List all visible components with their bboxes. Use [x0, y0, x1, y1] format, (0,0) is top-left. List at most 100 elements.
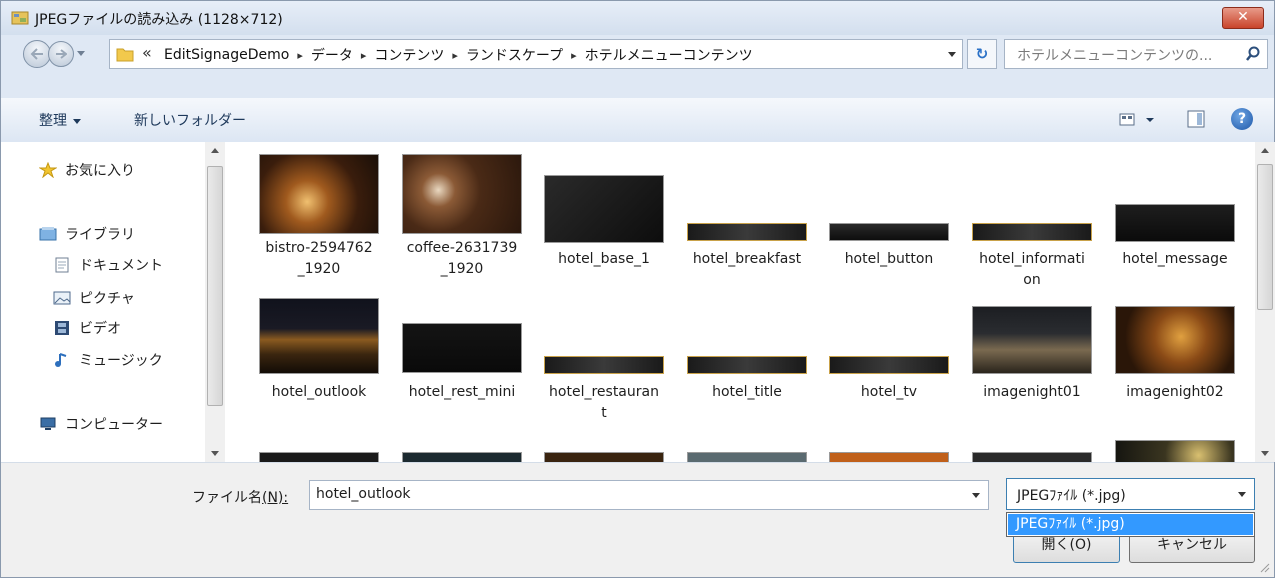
- video-icon: [55, 321, 69, 335]
- file-item[interactable]: hotel_rest_mini: [392, 296, 532, 436]
- filename-value: hotel_outlook: [316, 486, 411, 502]
- resize-grip-icon[interactable]: [1258, 561, 1270, 573]
- close-button[interactable]: ✕: [1222, 7, 1264, 29]
- nav-item-computer[interactable]: コンピューター: [39, 414, 163, 434]
- breadcrumb-item[interactable]: データ: [307, 45, 357, 65]
- scroll-thumb[interactable]: [1257, 164, 1273, 310]
- file-list-view: bistro-2594762 _1920 coffee-2631739 _1920 …: [229, 142, 1255, 462]
- help-icon[interactable]: ?: [1231, 108, 1253, 130]
- file-name: imagenight02: [1126, 384, 1224, 400]
- file-name: hotel_restauran t: [549, 384, 659, 421]
- back-arrow-icon: [30, 48, 43, 60]
- app-icon: [11, 11, 29, 25]
- nav-label: ビデオ: [79, 321, 121, 337]
- new-folder-button[interactable]: 新しいフォルダー: [134, 110, 246, 130]
- file-type-value: JPEGﾌｧｲﾙ (*.jpg): [1017, 488, 1126, 504]
- thumbnail-image: [402, 452, 522, 462]
- back-button[interactable]: [23, 40, 51, 68]
- file-type-option[interactable]: JPEGﾌｧｲﾙ (*.jpg): [1008, 514, 1253, 535]
- search-input[interactable]: ホテルメニューコンテンツの...: [1004, 39, 1268, 69]
- thumbnail-image: [259, 154, 379, 234]
- scroll-up-icon[interactable]: [1261, 148, 1269, 153]
- breadcrumb-item[interactable]: ホテルメニューコンテンツ: [581, 45, 757, 65]
- refresh-button[interactable]: ↻: [967, 39, 997, 69]
- forward-arrow-icon: [56, 49, 67, 59]
- overflow-chevron-icon[interactable]: «: [142, 43, 152, 62]
- breadcrumb-separator-icon[interactable]: ▸: [357, 49, 371, 62]
- change-view-icon[interactable]: [1118, 110, 1162, 130]
- breadcrumb-separator-icon[interactable]: ▸: [567, 49, 581, 62]
- file-item[interactable]: bistro-2594762 _1920: [249, 152, 389, 292]
- file-name: imagenight01: [983, 384, 1081, 400]
- file-name: coffee-2631739 _1920: [406, 240, 518, 277]
- file-open-dialog: JPEGファイルの読み込み (1128×712) ✕ « EditSignage…: [0, 0, 1275, 578]
- title-bar: JPEGファイルの読み込み (1128×712) ✕: [1, 1, 1274, 35]
- organize-label: 整理: [39, 113, 67, 129]
- scroll-down-icon[interactable]: [211, 451, 219, 456]
- organize-menu[interactable]: 整理: [39, 110, 81, 130]
- breadcrumb-separator-icon[interactable]: ▸: [293, 49, 307, 62]
- search-placeholder: ホテルメニューコンテンツの...: [1017, 48, 1213, 64]
- address-dropdown-icon[interactable]: [948, 52, 956, 57]
- close-icon: ✕: [1237, 9, 1249, 25]
- nav-item-music[interactable]: ミュージック: [53, 350, 163, 370]
- file-list-scrollbar[interactable]: [1255, 142, 1275, 462]
- address-bar[interactable]: « EditSignageDemo ▸ データ ▸ コンテンツ ▸ ランドスケー…: [109, 39, 963, 69]
- file-name: hotel_rest_mini: [408, 384, 516, 400]
- chevron-down-icon[interactable]: [972, 493, 980, 498]
- file-item[interactable]: hotel_button: [819, 152, 959, 292]
- thumbnail-image: [1115, 440, 1235, 462]
- nav-scrollbar[interactable]: [205, 142, 225, 462]
- file-name: hotel_outlook: [271, 384, 367, 400]
- thumbnail-image: [972, 223, 1092, 241]
- scroll-down-icon[interactable]: [1261, 451, 1269, 456]
- file-item[interactable]: hotel_title: [677, 296, 817, 436]
- scroll-up-icon[interactable]: [211, 148, 219, 153]
- file-item[interactable]: hotel_breakfast: [677, 152, 817, 292]
- file-item[interactable]: hotel_informati on: [962, 152, 1102, 292]
- file-item[interactable]: hotel_message: [1105, 152, 1245, 292]
- file-item[interactable]: coffee-2631739 _1920: [392, 152, 532, 292]
- breadcrumb-item[interactable]: EditSignageDemo: [160, 47, 293, 63]
- navigation-pane: お気に入り ライブラリ ドキュメント ピクチャ ビデオ ミュージック コンピュー…: [1, 142, 230, 462]
- star-icon: [39, 162, 57, 178]
- preview-pane-icon[interactable]: [1187, 110, 1205, 128]
- thumbnail-image: [687, 452, 807, 462]
- filename-input[interactable]: hotel_outlook: [309, 480, 989, 510]
- file-item[interactable]: imagenight01: [962, 296, 1102, 436]
- breadcrumb-item[interactable]: コンテンツ: [370, 45, 448, 65]
- thumbnail-image: [687, 223, 807, 241]
- file-type-select[interactable]: JPEGﾌｧｲﾙ (*.jpg): [1006, 478, 1255, 510]
- thumbnail-image: [544, 452, 664, 462]
- nav-item-documents[interactable]: ドキュメント: [53, 255, 163, 275]
- new-folder-label: 新しいフォルダー: [134, 113, 246, 129]
- file-name: hotel_title: [712, 384, 782, 400]
- window-title: JPEGファイルの読み込み (1128×712): [35, 12, 283, 28]
- scroll-thumb[interactable]: [207, 166, 223, 406]
- filename-label: ファイル名(N):: [192, 490, 289, 506]
- file-item[interactable]: hotel_restauran t: [534, 296, 674, 436]
- file-item[interactable]: hotel_base_1: [534, 152, 674, 292]
- recent-pages-dropdown[interactable]: [77, 51, 85, 56]
- nav-item-favorites[interactable]: お気に入り: [39, 160, 135, 180]
- thumbnail-image: [259, 298, 379, 374]
- breadcrumb-item[interactable]: ランドスケープ: [462, 45, 567, 65]
- library-icon: [39, 227, 57, 241]
- nav-item-pictures[interactable]: ピクチャ: [53, 288, 135, 308]
- folder-icon: [116, 48, 134, 62]
- document-icon: [55, 257, 69, 273]
- thumbnail-image: [687, 356, 807, 374]
- nav-label: ドキュメント: [79, 258, 163, 274]
- forward-button[interactable]: [48, 41, 74, 67]
- breadcrumb-separator-icon[interactable]: ▸: [448, 49, 462, 62]
- file-item[interactable]: hotel_tv: [819, 296, 959, 436]
- thumbnail-image: [972, 452, 1092, 462]
- nav-item-videos[interactable]: ビデオ: [53, 318, 121, 338]
- thumbnail-image: [829, 452, 949, 462]
- breadcrumb: EditSignageDemo ▸ データ ▸ コンテンツ ▸ ランドスケープ …: [160, 45, 757, 65]
- file-item[interactable]: imagenight02: [1105, 296, 1245, 436]
- picture-icon: [53, 291, 71, 305]
- music-icon: [55, 353, 67, 367]
- nav-item-libraries[interactable]: ライブラリ: [39, 224, 135, 244]
- file-item[interactable]: hotel_outlook: [249, 296, 389, 436]
